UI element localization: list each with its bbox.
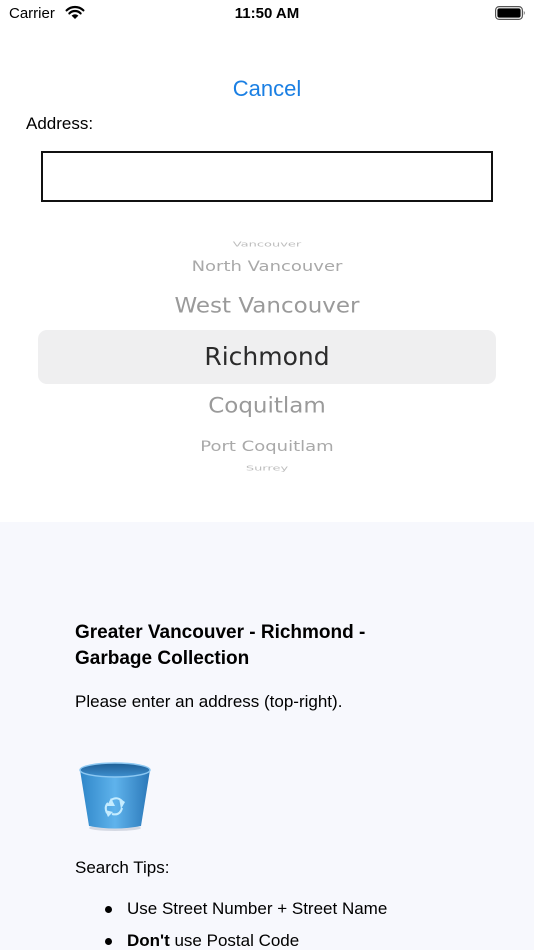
picker-option[interactable]: Surrey: [0, 464, 534, 472]
city-picker[interactable]: Vancouver North Vancouver West Vancouver Ri…: [0, 240, 534, 472]
picker-option[interactable]: West Vancouver: [0, 294, 534, 318]
picker-option[interactable]: Vancouver: [0, 240, 534, 248]
status-bar: Carrier 11:50 AM: [0, 0, 534, 30]
picker-option[interactable]: Richmond: [0, 342, 534, 371]
tips-heading: Search Tips:: [75, 858, 170, 877]
picker-option[interactable]: Coquitlam: [0, 394, 534, 418]
recycle-bin-icon: [79, 762, 151, 831]
info-title: Greater Vancouver - Richmond - Garbage C…: [75, 622, 366, 669]
tip-item: Use Street Number + Street Name: [75, 898, 495, 930]
picker-option[interactable]: North Vancouver: [0, 258, 534, 275]
status-time: 11:50 AM: [234, 5, 300, 22]
cancel-button[interactable]: Cancel: [0, 76, 534, 102]
address-input[interactable]: [41, 151, 493, 202]
tip-item: Don't use Postal Code: [75, 930, 495, 950]
battery-icon: [495, 6, 525, 20]
info-panel: Greater Vancouver - Richmond - Garbage C…: [0, 522, 534, 950]
tips-list: Use Street Number + Street Name Don't us…: [75, 898, 495, 950]
address-label: Address:: [26, 114, 94, 133]
app-screen: Carrier 11:50 AM Cancel Address: Vancouv…: [0, 0, 534, 950]
info-prompt: Please enter an address (top-right).: [75, 692, 343, 711]
picker-option[interactable]: Port Coquitlam: [0, 438, 534, 455]
